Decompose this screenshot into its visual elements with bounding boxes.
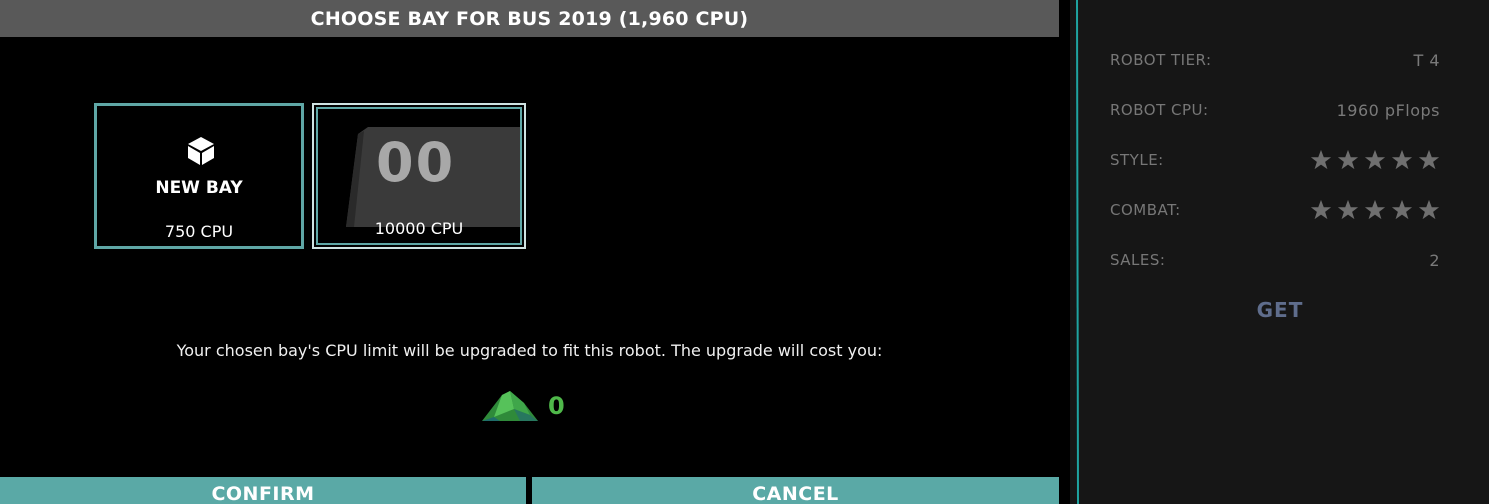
style-stars <box>1310 149 1440 171</box>
panel-divider <box>1076 0 1079 504</box>
style-label: STYLE: <box>1110 151 1164 169</box>
robot-cpu-label: ROBOT CPU: <box>1110 101 1209 119</box>
robot-tier-row: ROBOT TIER: T 4 <box>1110 48 1440 72</box>
bay-preview-number: 00 <box>376 131 456 194</box>
robot-cpu-value: 1960 pFlops <box>1336 100 1440 120</box>
sales-row: SALES: 2 <box>1110 248 1440 272</box>
star-icon <box>1364 199 1386 220</box>
star-icon <box>1310 149 1332 170</box>
cost-value: 0 <box>548 392 565 420</box>
robot-cpu-row: ROBOT CPU: 1960 pFlops <box>1110 98 1440 122</box>
upgrade-info-text: Your chosen bay's CPU limit will be upgr… <box>176 341 883 360</box>
new-bay-label: NEW BAY <box>155 178 243 198</box>
star-icon <box>1391 199 1413 220</box>
combat-label: COMBAT: <box>1110 201 1181 219</box>
dialog-title: CHOOSE BAY FOR BUS 2019 (1,960 CPU) <box>0 0 1059 37</box>
existing-bay-frame: 00 10000 CPU <box>316 107 522 245</box>
cancel-button[interactable]: CANCEL <box>532 477 1059 504</box>
sales-label: SALES: <box>1110 251 1166 269</box>
style-rating-row: STYLE: <box>1110 148 1440 172</box>
new-bay-option[interactable]: NEW BAY 750 CPU <box>94 103 304 249</box>
star-icon <box>1418 199 1440 220</box>
combat-rating-row: COMBAT: <box>1110 198 1440 222</box>
existing-bay-option[interactable]: 00 10000 CPU <box>312 103 526 249</box>
cube-icon <box>188 137 214 165</box>
combat-stars <box>1310 199 1440 221</box>
robot-tier-value: T 4 <box>1413 50 1440 70</box>
sales-value: 2 <box>1429 250 1440 270</box>
existing-bay-cpu: 10000 CPU <box>374 219 464 238</box>
new-bay-cpu: 750 CPU <box>164 222 234 241</box>
star-icon <box>1337 149 1359 170</box>
upgrade-cost: 0 <box>480 386 565 426</box>
star-icon <box>1364 149 1386 170</box>
star-icon <box>1310 199 1332 220</box>
get-button[interactable]: GET <box>1110 298 1450 322</box>
choose-bay-dialog: CHOOSE BAY FOR BUS 2019 (1,960 CPU) NEW … <box>0 0 1059 504</box>
star-icon <box>1337 199 1359 220</box>
robits-currency-icon <box>482 391 538 421</box>
robot-tier-label: ROBOT TIER: <box>1110 51 1212 69</box>
confirm-button[interactable]: CONFIRM <box>0 477 526 504</box>
star-icon <box>1418 149 1440 170</box>
star-icon <box>1391 149 1413 170</box>
